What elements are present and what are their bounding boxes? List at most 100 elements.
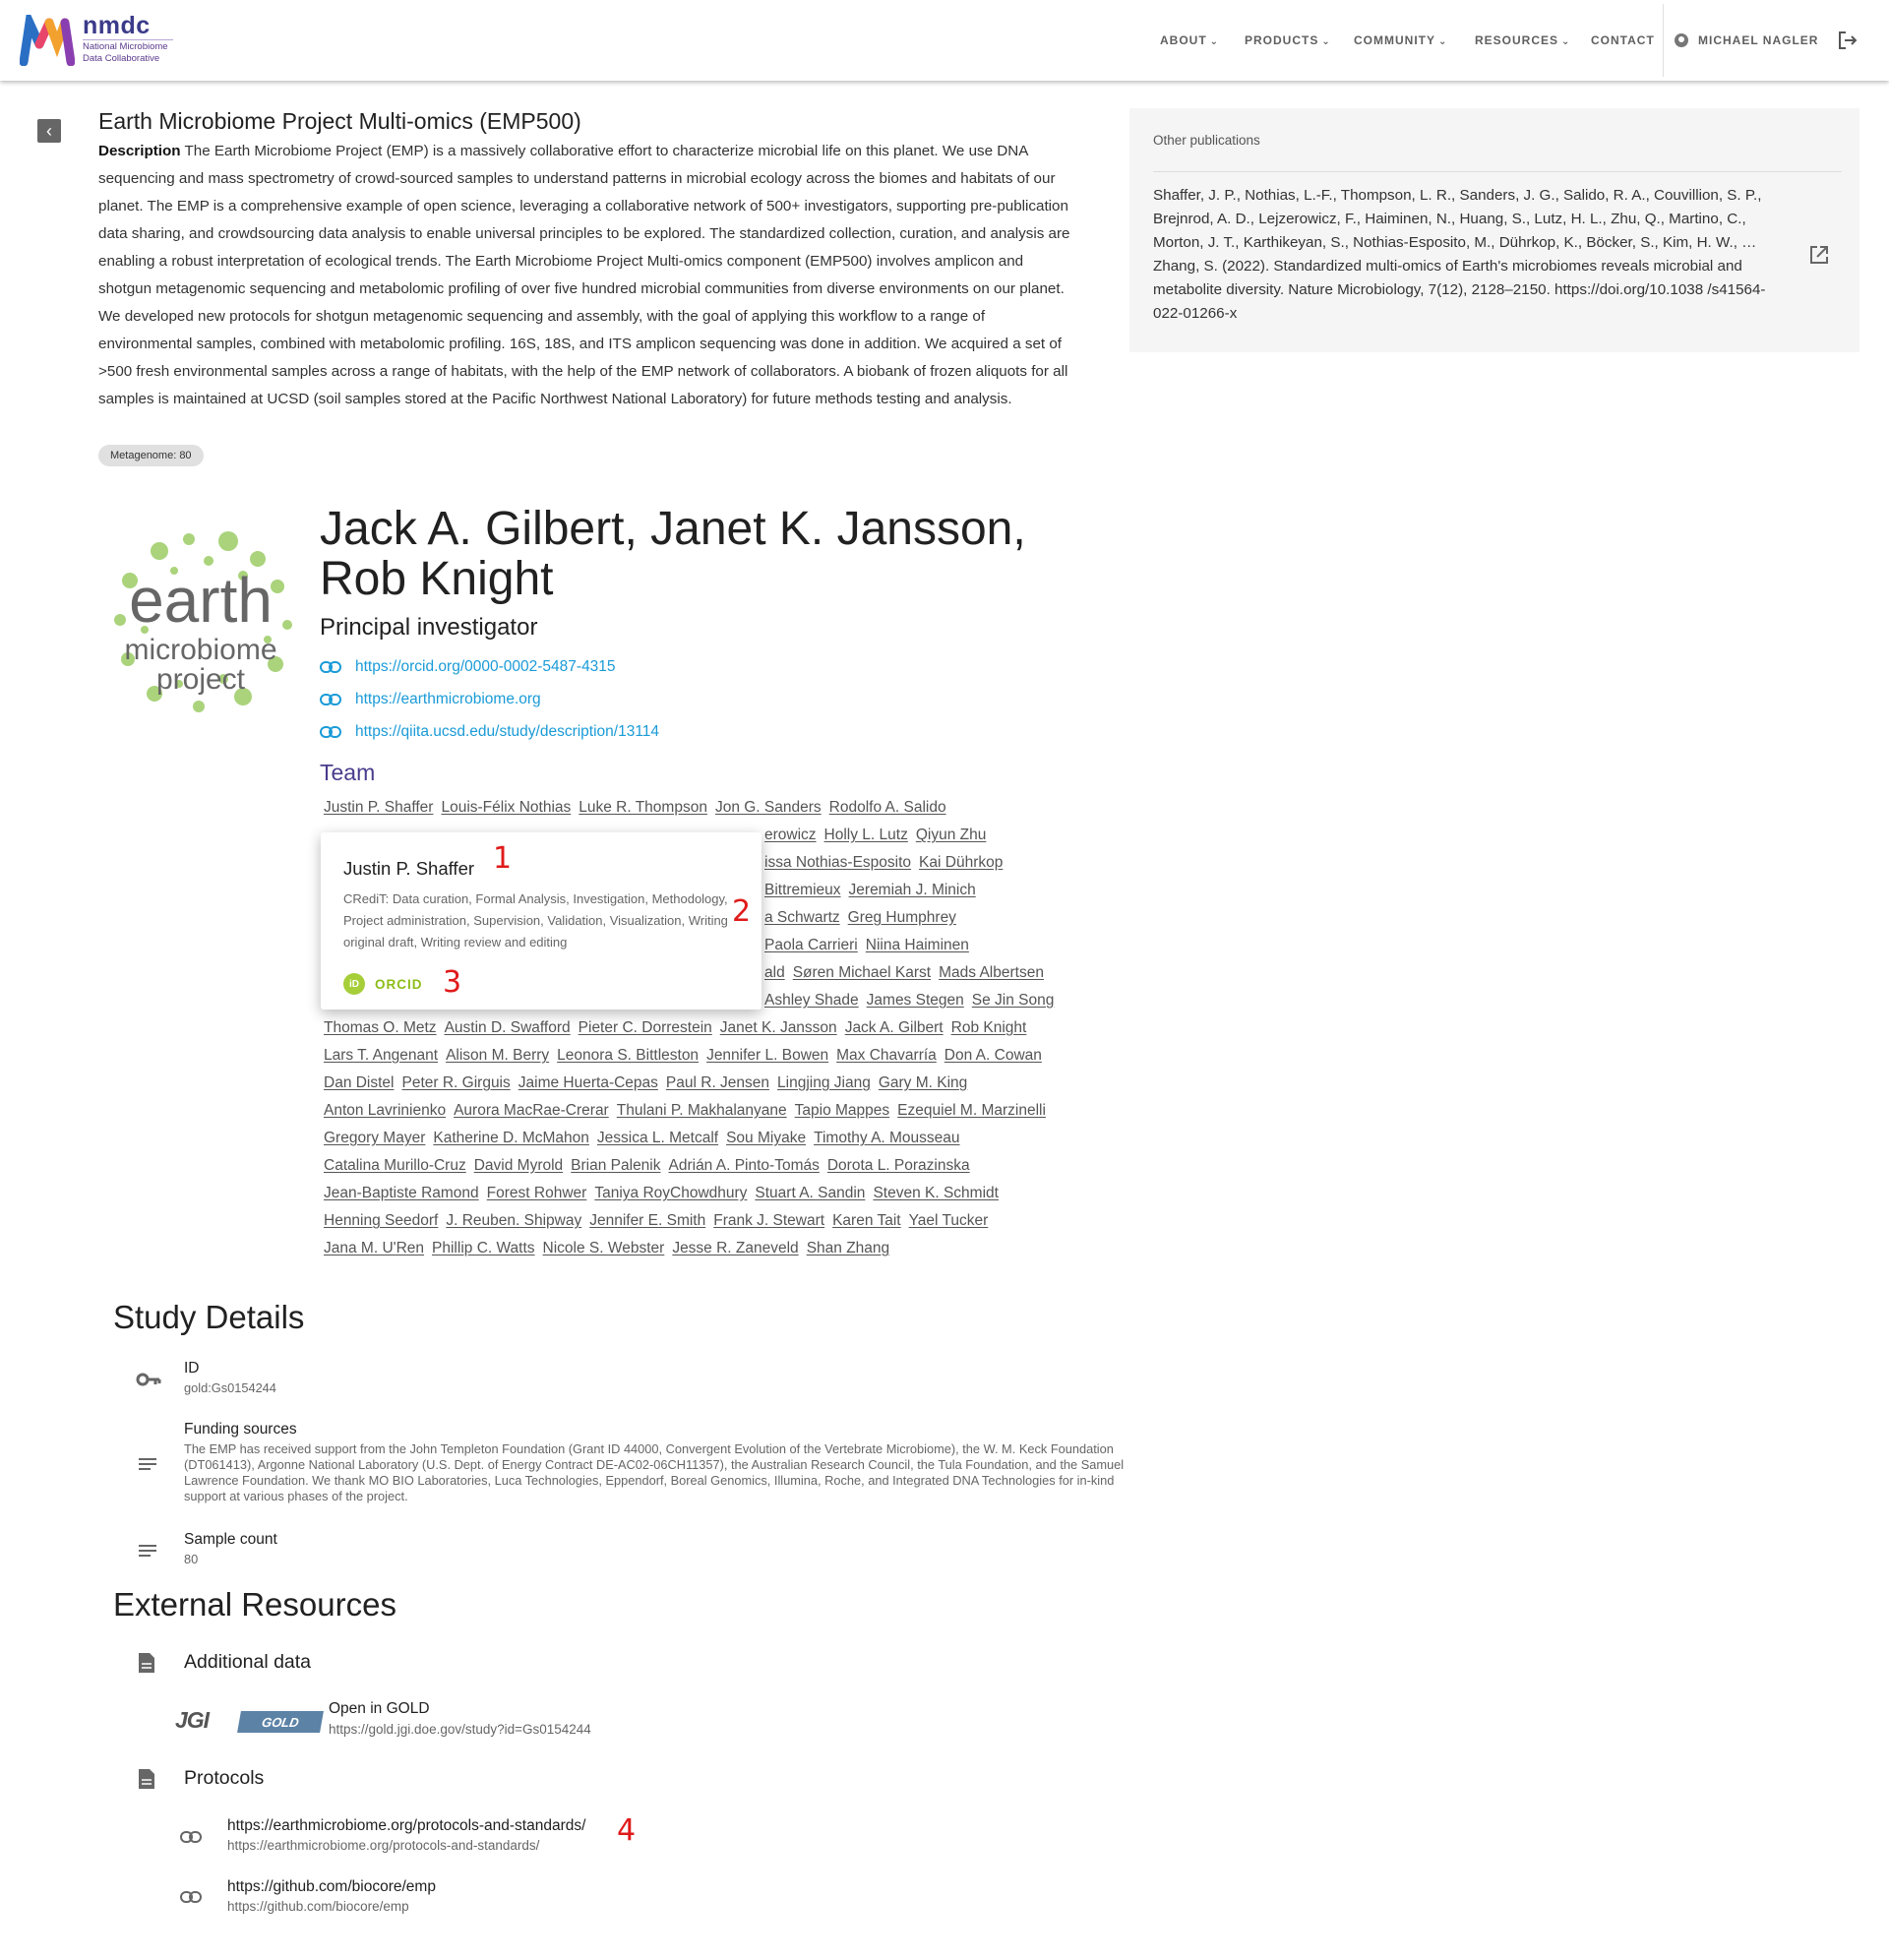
team-member-link[interactable]: Tapio Mappes (795, 1102, 890, 1119)
chevron-down-icon: ⌄ (1438, 36, 1448, 47)
gold-link-title[interactable]: Open in GOLD (329, 1700, 430, 1718)
team-member-link[interactable]: Søren Michael Karst (793, 964, 931, 981)
nav-community[interactable]: COMMUNITY ⌄ (1354, 33, 1447, 47)
protocol-link-title[interactable]: https://github.com/biocore/emp (227, 1878, 436, 1896)
team-member-link[interactable]: a Schwartz (764, 909, 840, 926)
team-member-link[interactable]: Jennifer E. Smith (589, 1212, 705, 1229)
pi-link-website-text[interactable]: https://earthmicrobiome.org (355, 691, 541, 708)
team-member-link[interactable]: ald (764, 964, 785, 981)
nav-about[interactable]: ABOUT ⌄ (1160, 33, 1219, 47)
team-member-link[interactable]: Frank J. Stewart (713, 1212, 824, 1229)
team-member-link[interactable]: erowicz (764, 827, 817, 843)
pi-link-orcid-text[interactable]: https://orcid.org/0000-0002-5487-4315 (355, 658, 616, 676)
team-member-link[interactable]: Ashley Shade (764, 992, 859, 1009)
team-member-link[interactable]: Rodolfo A. Salido (829, 799, 946, 816)
team-member-link[interactable]: Nicole S. Webster (543, 1240, 665, 1256)
logo-wordmark[interactable]: nmdc (83, 12, 151, 40)
team-member-link[interactable]: Katherine D. McMahon (433, 1130, 589, 1146)
team-member-link[interactable]: Don A. Cowan (944, 1047, 1042, 1064)
team-member-link[interactable]: Ezequiel M. Marzinelli (897, 1102, 1046, 1119)
nmdc-logo-icon[interactable] (20, 15, 75, 66)
team-member-link[interactable]: Karen Tait (832, 1212, 901, 1229)
team-member-link[interactable]: Thomas O. Metz (324, 1019, 437, 1036)
team-member-link[interactable]: Dan Distel (324, 1074, 395, 1091)
team-member-link[interactable]: David Myrold (474, 1157, 563, 1174)
team-member-link[interactable]: Timothy A. Mousseau (814, 1130, 959, 1146)
team-member-link[interactable]: Jesse R. Zaneveld (672, 1240, 798, 1256)
team-member-link[interactable]: Greg Humphrey (848, 909, 956, 926)
open-in-new-icon[interactable] (1808, 244, 1830, 266)
team-member-link[interactable]: Qiyun Zhu (916, 827, 987, 843)
team-member-link[interactable]: Jennifer L. Bowen (706, 1047, 828, 1064)
team-member-link[interactable]: Mads Albertsen (939, 964, 1044, 981)
logout-icon[interactable] (1837, 30, 1859, 51)
team-member-link[interactable]: J. Reuben. Shipway (446, 1212, 581, 1229)
team-member-link[interactable]: Taniya RoyChowdhury (594, 1185, 747, 1201)
team-member-link[interactable]: Louis-Félix Nothias (441, 799, 571, 816)
team-member-link[interactable]: Lingjing Jiang (777, 1074, 871, 1091)
pi-link-website[interactable]: https://earthmicrobiome.org (320, 689, 541, 710)
team-member-link[interactable]: Forest Rohwer (487, 1185, 587, 1201)
team-member-link[interactable]: Gary M. King (879, 1074, 967, 1091)
team-member-link[interactable]: Phillip C. Watts (432, 1240, 535, 1256)
team-member-link[interactable]: Sou Miyake (726, 1130, 806, 1146)
nav-resources[interactable]: RESOURCES ⌄ (1475, 33, 1570, 47)
team-member-link[interactable]: Max Chavarría (836, 1047, 937, 1064)
protocol-link-url[interactable]: https://earthmicrobiome.org/protocols-an… (227, 1838, 539, 1853)
team-member-link[interactable]: James Stegen (867, 992, 964, 1009)
team-member-link[interactable]: Jessica L. Metcalf (597, 1130, 718, 1146)
team-member-link[interactable]: Anton Lavrinienko (324, 1102, 446, 1119)
team-member-link[interactable]: Shan Zhang (807, 1240, 889, 1256)
team-member-link[interactable]: Yael Tucker (909, 1212, 989, 1229)
team-member-link[interactable]: Janet K. Jansson (720, 1019, 837, 1036)
team-member-link[interactable]: Justin P. Shaffer (324, 799, 433, 816)
pi-link-qiita[interactable]: https://qiita.ucsd.edu/study/description… (320, 721, 659, 743)
team-member-link[interactable]: Lars T. Angenant (324, 1047, 438, 1064)
team-member-link[interactable]: Bittremieux (764, 882, 841, 898)
team-member-link[interactable]: Paola Carrieri (764, 937, 858, 953)
team-member-link[interactable]: Jeremiah J. Minich (849, 882, 976, 898)
notes-icon (139, 1458, 156, 1470)
team-member-link[interactable]: Gregory Mayer (324, 1130, 425, 1146)
pi-link-orcid[interactable]: https://orcid.org/0000-0002-5487-4315 (320, 656, 616, 678)
back-button[interactable]: ‹ (37, 119, 61, 143)
team-member-link[interactable]: Pieter C. Dorrestein (579, 1019, 712, 1036)
nav-contact[interactable]: CONTACT (1591, 33, 1655, 47)
publications-heading: Other publications (1153, 133, 1260, 148)
team-member-link[interactable]: Niina Haiminen (866, 937, 969, 953)
team-member-link[interactable]: Kai Dührkop (919, 854, 1003, 871)
team-member-link[interactable]: Dorota L. Porazinska (827, 1157, 970, 1174)
team-member-link[interactable]: Jean-Baptiste Ramond (324, 1185, 479, 1201)
team-member-link[interactable]: Jack A. Gilbert (845, 1019, 944, 1036)
user-menu[interactable]: MICHAEL NAGLER (1698, 33, 1818, 47)
team-member-link[interactable]: Luke R. Thompson (579, 799, 707, 816)
orcid-link[interactable]: iD ORCID (343, 973, 423, 995)
nav-products[interactable]: PRODUCTS ⌄ (1245, 33, 1331, 47)
team-member-link[interactable]: Paul R. Jensen (666, 1074, 769, 1091)
team-member-link[interactable]: Jana M. U'Ren (324, 1240, 424, 1256)
team-member-link[interactable]: Jon G. Sanders (715, 799, 822, 816)
team-member-link[interactable]: Catalina Murillo-Cruz (324, 1157, 466, 1174)
omics-chip[interactable]: Metagenome: 80 (98, 445, 204, 466)
team-row: erowicz Holly L. Lutz Qiyun Zhu (764, 827, 994, 844)
team-member-link[interactable]: Adrián A. Pinto-Tomás (669, 1157, 820, 1174)
team-member-link[interactable]: Se Jin Song (972, 992, 1055, 1009)
team-member-link[interactable]: Peter R. Girguis (402, 1074, 511, 1091)
team-member-link[interactable]: Jaime Huerta-Cepas (518, 1074, 658, 1091)
gold-link-url[interactable]: https://gold.jgi.doe.gov/study?id=Gs0154… (329, 1722, 591, 1737)
team-member-link[interactable]: Aurora MacRae-Crerar (454, 1102, 609, 1119)
pi-link-qiita-text[interactable]: https://qiita.ucsd.edu/study/description… (355, 723, 659, 741)
team-member-link[interactable]: Leonora S. Bittleston (557, 1047, 699, 1064)
team-member-link[interactable]: issa Nothias-Esposito (764, 854, 911, 871)
team-member-link[interactable]: Henning Seedorf (324, 1212, 438, 1229)
team-member-link[interactable]: Thulani P. Makhalanyane (617, 1102, 787, 1119)
team-member-link[interactable]: Holly L. Lutz (824, 827, 908, 843)
team-member-link[interactable]: Steven K. Schmidt (873, 1185, 999, 1201)
team-member-link[interactable]: Stuart A. Sandin (755, 1185, 865, 1201)
protocol-link-url[interactable]: https://github.com/biocore/emp (227, 1899, 409, 1914)
protocol-link-title[interactable]: https://earthmicrobiome.org/protocols-an… (227, 1817, 585, 1835)
team-member-link[interactable]: Rob Knight (951, 1019, 1027, 1036)
team-member-link[interactable]: Alison M. Berry (446, 1047, 549, 1064)
team-member-link[interactable]: Austin D. Swafford (445, 1019, 571, 1036)
team-member-link[interactable]: Brian Palenik (571, 1157, 660, 1174)
